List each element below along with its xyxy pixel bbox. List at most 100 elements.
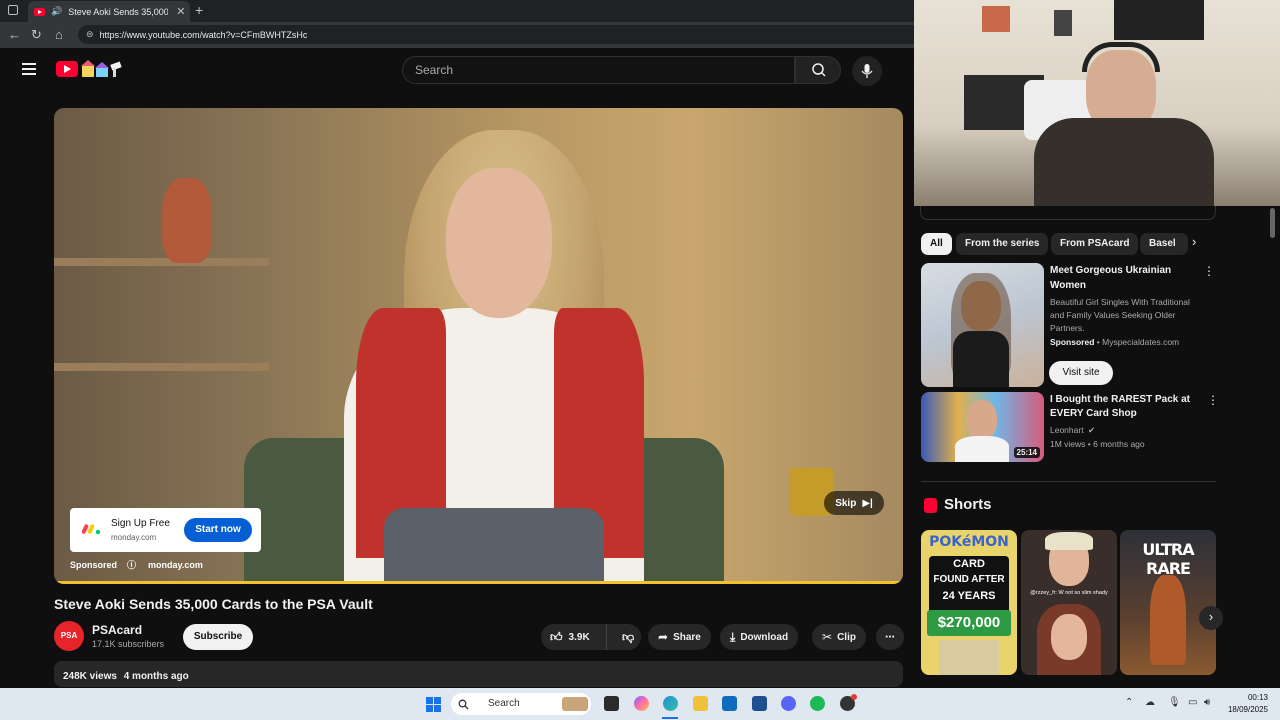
audio-playing-icon[interactable]: 🔊 [51,6,62,17]
volume-icon[interactable]: 🔊︎ [1204,697,1210,708]
store-icon[interactable] [752,696,767,711]
dislike-button[interactable]: 👎︎ [612,630,634,645]
info-icon[interactable]: ⓘ [127,558,136,571]
clip-button[interactable]: ✂ Clip [812,624,866,650]
ad-overlay-card[interactable]: Sign Up Free monday.com Start now [70,508,261,552]
short-line: POKéMON [929,534,1009,550]
share-button[interactable]: ➦ Share [648,624,711,650]
network-icon[interactable]: ▭ [1188,697,1197,708]
chip-basel[interactable]: Basel [1140,233,1188,255]
copilot-icon[interactable] [634,696,649,711]
file-explorer-icon[interactable] [693,696,708,711]
sponsored-thumbnail[interactable] [921,263,1044,387]
webcam-overlay [914,0,1280,206]
voice-search-button[interactable] [852,56,882,86]
youtube-header: Search [0,48,914,92]
more-vertical-icon[interactable]: ⋮ [1207,393,1219,407]
channel-avatar[interactable]: PSA [54,621,84,651]
shorts-next-button[interactable]: › [1199,606,1223,630]
new-tab-icon[interactable]: + [195,2,203,18]
youtube-logo-icon[interactable] [56,61,78,77]
more-horizontal-icon: ⋯ [885,631,895,643]
description-box[interactable]: 248K views 4 months ago [54,661,903,687]
chip-from-the-series[interactable]: From the series [956,233,1049,255]
task-view-icon[interactable] [604,696,619,711]
short-card[interactable]: POKéMON CARD FOUND AFTER 24 YEARS $270,0… [921,530,1017,675]
chat-panel-edge [920,206,1216,220]
short-card[interactable]: ULTRA RARE [1120,530,1216,675]
desc-line: and Family Values Seeking Older [1050,310,1176,320]
menu-icon[interactable] [22,63,36,75]
recommended-channel[interactable]: Leonhart ✔︎ [1050,424,1095,437]
channel-name: Leonhart [1050,425,1084,435]
download-button[interactable]: ⤓ Download [720,624,799,650]
system-clock[interactable]: 00:13 18/09/2025 [1218,692,1268,716]
divider [921,481,1216,482]
chip-all[interactable]: All [921,233,952,255]
reload-icon[interactable]: ↻ [31,27,42,43]
search-input[interactable]: Search [402,56,795,84]
sponsored-domain[interactable]: monday.com [148,560,203,570]
short-price: $270,000 [927,610,1011,636]
windows-start-icon[interactable] [426,697,441,712]
visit-site-button[interactable]: Visit site [1049,361,1113,385]
browser-tab-strip: 🔊 Steve Aoki Sends 35,000 Car ✕ + [0,0,914,22]
close-tab-icon[interactable]: ✕ [176,5,185,18]
clock-date: 18/09/2025 [1227,705,1268,714]
upload-age: 4 months ago [123,671,189,682]
browser-tab[interactable]: 🔊 Steve Aoki Sends 35,000 Car ✕ [28,1,190,22]
sponsored-title[interactable]: Meet Gorgeous Ukrainian Women [1050,264,1171,293]
microphone-icon[interactable]: 🎙︎ [1168,697,1181,708]
chevron-up-icon[interactable]: ⌃ [1125,697,1133,708]
doodle-logo-icon[interactable] [80,59,126,79]
chip-from-psacard[interactable]: From PSAcard [1051,233,1139,255]
search-icon [458,699,469,710]
recommended-title[interactable]: I Bought the RAREST Pack at EVERY Card S… [1050,393,1190,421]
subscribe-button[interactable]: Subscribe [183,624,253,650]
skip-ad-button[interactable]: Skip ▶| [824,491,884,515]
ad-progress-bar[interactable] [54,581,903,584]
short-card[interactable]: @rzzey_fr: W not so slim shady [1021,530,1117,675]
back-icon[interactable]: ← [8,27,21,42]
cloud-icon[interactable]: ☁ [1145,697,1155,708]
sponsored-label: Sponsored [70,559,118,570]
microphone-icon [861,64,873,78]
home-icon[interactable]: ⌂ [55,27,63,42]
video-player[interactable]: Sign Up Free monday.com Start now Sponso… [54,108,903,584]
streamer-sweater [1034,118,1214,206]
short-line: CARD [953,558,985,570]
sponsored-domain: Myspecialdates.com [1102,337,1180,347]
short-caption: @rzzey_fr: W not so slim shady [1030,590,1108,596]
download-icon: ⤓ [730,629,736,644]
speaker-legs [384,508,604,584]
tab-actions-icon[interactable] [8,5,18,15]
site-info-icon[interactable]: ⊜ [86,29,94,40]
video-thumbnail[interactable]: 25:14 [921,392,1044,462]
outlook-icon[interactable] [722,696,737,711]
ad-domain: monday.com [111,533,157,542]
share-icon: ➦ [658,630,669,644]
edge-icon[interactable] [663,696,678,711]
windows-taskbar: Search ⌃ ☁ 🎙︎ ▭ 🔊︎ 00:13 18/09/2025 [0,688,1280,720]
more-vertical-icon[interactable]: ⋮ [1203,264,1215,278]
scissors-icon: ✂ [822,630,833,644]
vase [162,178,212,263]
verified-icon: ✔︎ [1087,425,1096,435]
chevron-right-icon[interactable]: › [1192,234,1196,249]
channel-name[interactable]: PSAcard [92,623,142,637]
discord-icon[interactable] [781,696,796,711]
scrollbar-thumb[interactable] [1270,208,1275,238]
bookshelf [54,258,269,266]
active-app-indicator [662,717,678,719]
url-field[interactable]: ⊜ https://www.youtube.com/watch?v=CFmBWH… [78,25,914,44]
sponsored-badge: Sponsored [1050,337,1095,347]
headphones [1082,42,1160,72]
search-button[interactable] [795,56,841,84]
youtube-favicon-icon [34,7,45,16]
thumbnail-face [967,400,997,440]
share-label: Share [673,631,701,643]
start-now-button[interactable]: Start now [184,518,252,542]
spotify-icon[interactable] [810,696,825,711]
more-actions-button[interactable]: ⋯ [876,624,904,650]
like-button[interactable]: 👍︎ 3.9K [541,624,607,650]
